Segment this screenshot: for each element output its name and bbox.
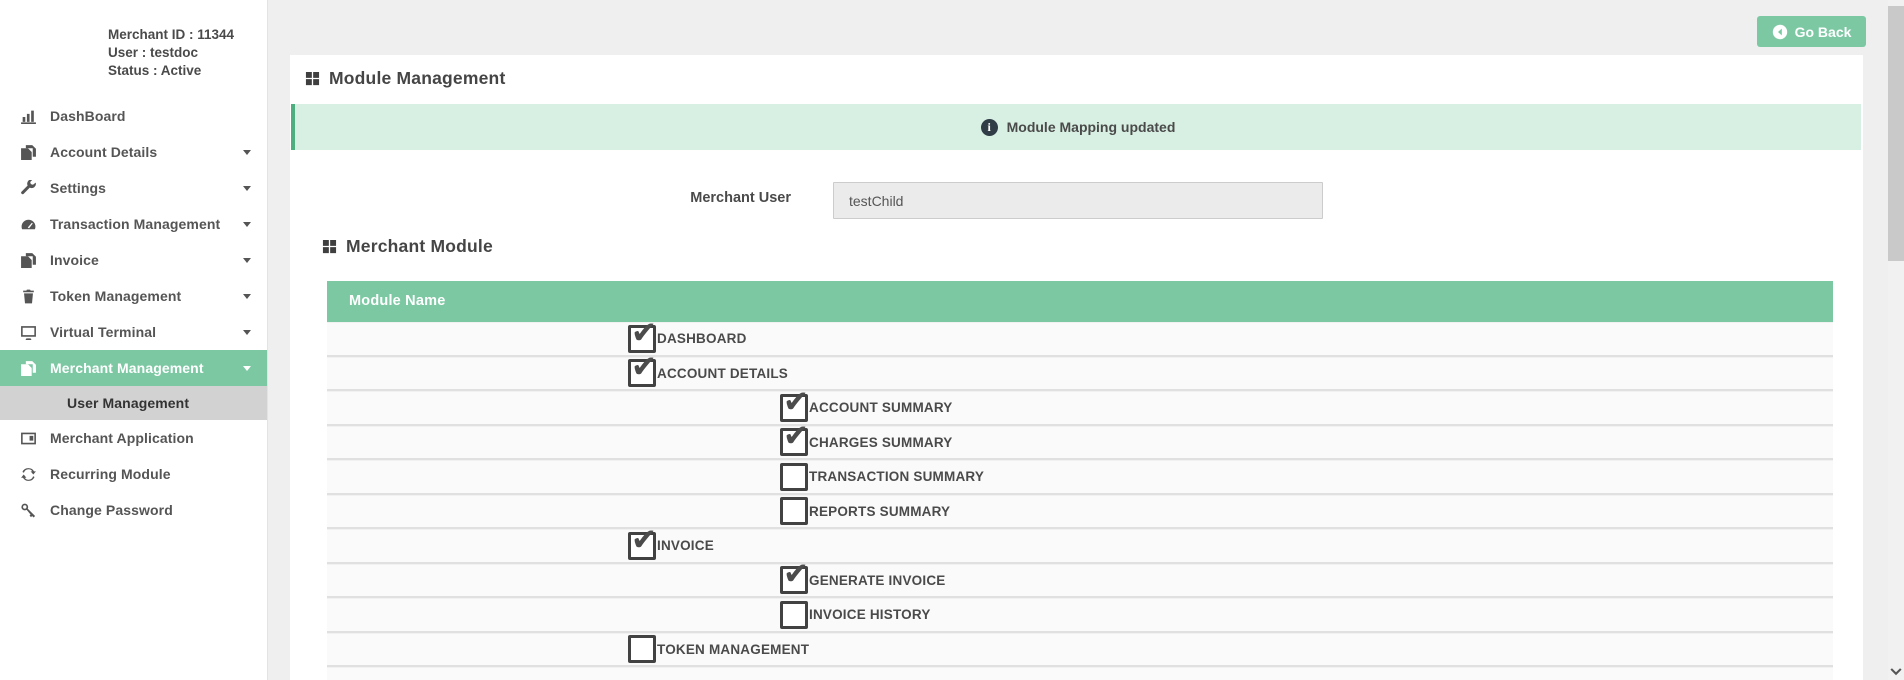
check-icon: ✔	[783, 558, 809, 589]
sidebar-item-virtual-terminal[interactable]: Virtual Terminal	[0, 314, 267, 350]
checkbox-account-details[interactable]: ✔	[628, 359, 656, 387]
merchant-user-input[interactable]	[833, 182, 1323, 219]
checkbox-token-management[interactable]: ✔	[628, 635, 656, 663]
merchant-info: Merchant ID : 11344 User : testdoc Statu…	[108, 26, 234, 80]
table-row-partial	[327, 667, 1833, 680]
go-back-button[interactable]: Go Back	[1757, 16, 1866, 47]
sidebar: Merchant ID : 11344 User : testdoc Statu…	[0, 0, 268, 680]
sidebar-item-transaction-management[interactable]: Transaction Management	[0, 206, 267, 242]
table-row: ✔ ACCOUNT DETAILS	[327, 357, 1833, 392]
chevron-down-icon	[243, 186, 251, 191]
main-panel: Module Management i Module Mapping updat…	[290, 55, 1863, 680]
grid-icon	[322, 239, 337, 254]
info-icon: i	[981, 119, 998, 136]
key-icon	[20, 502, 40, 519]
module-table: Module Name ✔ DASHBOARD ✔ ACCOUNT DETAIL…	[327, 281, 1833, 680]
monitor-icon	[20, 324, 40, 341]
files-icon	[20, 252, 40, 269]
checkbox-invoice[interactable]: ✔	[628, 532, 656, 560]
merchant-status-text: Status : Active	[108, 62, 234, 80]
checkbox-generate-invoice[interactable]: ✔	[780, 566, 808, 594]
sidebar-item-dashboard[interactable]: DashBoard	[0, 98, 267, 134]
check-icon: ✔	[783, 386, 809, 417]
table-row: ✔ REPORTS SUMMARY	[327, 495, 1833, 530]
success-alert: i Module Mapping updated	[291, 104, 1861, 150]
checkbox-transaction-summary[interactable]: ✔	[780, 463, 808, 491]
bar-chart-icon	[20, 108, 40, 125]
alert-text: Module Mapping updated	[1007, 119, 1176, 135]
checkbox-charges-summary[interactable]: ✔	[780, 428, 808, 456]
table-row: ✔ TOKEN MANAGEMENT	[327, 633, 1833, 668]
table-row: ✔ TRANSACTION SUMMARY	[327, 460, 1833, 495]
merchant-user-label: Merchant User	[590, 190, 791, 206]
merchant-id-text: Merchant ID : 11344	[108, 26, 234, 44]
table-row: ✔ INVOICE	[327, 529, 1833, 564]
table-row: ✔ GENERATE INVOICE	[327, 564, 1833, 599]
page-title: Module Management	[305, 68, 505, 89]
sidebar-item-merchant-management[interactable]: Merchant Management	[0, 350, 267, 386]
files-icon	[20, 144, 40, 161]
chevron-down-icon	[243, 150, 251, 155]
check-icon: ✔	[631, 351, 657, 382]
table-row: ✔ ACCOUNT SUMMARY	[327, 391, 1833, 426]
merchant-module-title: Merchant Module	[322, 236, 493, 257]
sidebar-item-user-management[interactable]: User Management	[0, 386, 267, 420]
refresh-icon	[20, 466, 40, 483]
checkbox-reports-summary[interactable]: ✔	[780, 497, 808, 525]
sidebar-item-account-details[interactable]: Account Details	[0, 134, 267, 170]
scrollbar-thumb[interactable]	[1888, 6, 1904, 261]
table-row: ✔ CHARGES SUMMARY	[327, 426, 1833, 461]
chevron-down-icon	[243, 330, 251, 335]
sidebar-item-invoice[interactable]: Invoice	[0, 242, 267, 278]
go-back-label: Go Back	[1795, 24, 1852, 40]
arrow-left-circle-icon	[1772, 24, 1788, 40]
sidebar-item-recurring-module[interactable]: Recurring Module	[0, 456, 267, 492]
table-row: ✔ INVOICE HISTORY	[327, 598, 1833, 633]
gauge-icon	[20, 216, 40, 233]
wrench-icon	[20, 180, 40, 197]
sidebar-item-token-management[interactable]: Token Management	[0, 278, 267, 314]
grid-icon	[305, 71, 320, 86]
sidebar-nav: DashBoard Account Details Settings Trans…	[0, 98, 267, 528]
chevron-down-icon	[243, 366, 251, 371]
card-icon	[20, 430, 40, 447]
vertical-scrollbar[interactable]	[1888, 0, 1904, 680]
chevron-down-icon	[243, 258, 251, 263]
merchant-user-text: User : testdoc	[108, 44, 234, 62]
files-icon	[20, 360, 40, 377]
sidebar-item-settings[interactable]: Settings	[0, 170, 267, 206]
checkbox-invoice-history[interactable]: ✔	[780, 601, 808, 629]
table-row: ✔ DASHBOARD	[327, 322, 1833, 357]
table-header: Module Name	[327, 281, 1833, 322]
sidebar-item-change-password[interactable]: Change Password	[0, 492, 267, 528]
check-icon: ✔	[631, 317, 657, 348]
sidebar-item-merchant-application[interactable]: Merchant Application	[0, 420, 267, 456]
bucket-icon	[20, 288, 40, 305]
chevron-down-icon	[243, 222, 251, 227]
check-icon: ✔	[783, 420, 809, 451]
check-icon: ✔	[631, 524, 657, 555]
scroll-down-arrow-icon[interactable]	[1889, 666, 1903, 678]
module-rows: ✔ DASHBOARD ✔ ACCOUNT DETAILS ✔ ACCOUNT …	[327, 322, 1833, 667]
chevron-down-icon	[243, 294, 251, 299]
